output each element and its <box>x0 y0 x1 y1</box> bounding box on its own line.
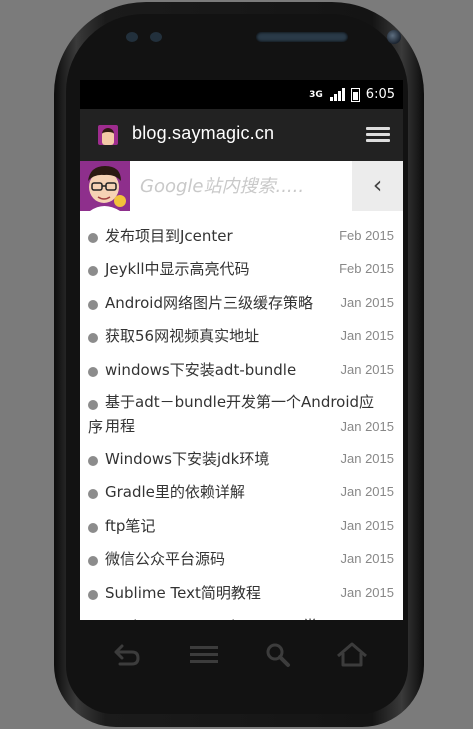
device-screen: 3G 6:05 blog.saymagic.cn Google站内搜索.....… <box>80 80 403 620</box>
clock: 6:05 <box>365 87 395 102</box>
menu-icon[interactable] <box>366 127 390 145</box>
post-list: 发布项目到Jcenter Feb 2015 Jeykll中显示高亮代码 Feb … <box>80 220 403 620</box>
bullet-icon <box>88 366 98 377</box>
app-logo-icon <box>98 125 118 145</box>
bullet-icon <box>88 299 98 310</box>
chevron-left-icon[interactable]: ‹ <box>352 161 403 211</box>
post-date: Jan 2015 <box>340 450 395 466</box>
post-date: Jan 2015 <box>340 551 395 567</box>
list-item[interactable]: ftp笔记 Jan 2015 <box>80 510 403 543</box>
post-date: Feb 2015 <box>339 261 394 277</box>
list-item[interactable]: Android网络图片三级缓存策略 Jan 2015 <box>80 287 403 320</box>
status-bar: 3G 6:05 <box>80 80 403 109</box>
bullet-icon <box>88 589 98 600</box>
list-item[interactable]: 基于adt－bundle开发第一个Android应用程 序 Jan 2015 <box>80 387 403 443</box>
post-date: Jan 2015 <box>340 361 395 377</box>
bullet-icon <box>88 522 98 533</box>
list-item[interactable]: 微信公众平台源码 Jan 2015 <box>80 543 403 576</box>
post-title-continued: 序 <box>88 417 104 436</box>
network-type: 3G <box>309 89 323 100</box>
bullet-icon <box>88 399 98 410</box>
app-title: blog.saymagic.cn <box>132 123 275 143</box>
app-bar: blog.saymagic.cn <box>80 109 403 161</box>
earpiece-speaker <box>256 32 348 42</box>
post-date: Jan 2015 <box>340 584 395 600</box>
post-date: Jan 2015 <box>340 418 395 434</box>
post-title: MarkDown Learning Notes常用快捷键 <box>88 610 395 620</box>
battery-icon <box>350 87 360 102</box>
list-item[interactable]: windows下安装adt-bundle Jan 2015 <box>80 354 403 387</box>
post-date: Jan 2015 <box>340 484 395 500</box>
list-item[interactable]: 发布项目到Jcenter Feb 2015 <box>80 220 403 253</box>
list-item[interactable]: Gradle里的依赖详解 Jan 2015 <box>80 476 403 509</box>
signal-icon <box>329 88 345 101</box>
sensor-dot <box>126 32 138 42</box>
list-item[interactable]: 获取56网视频真实地址 Jan 2015 <box>80 320 403 353</box>
main-content: ‹ 发布项目到Jcenter Feb 2015 Jeykll中显示高亮代码 Fe… <box>80 161 403 620</box>
search-icon[interactable] <box>260 640 296 670</box>
bullet-icon <box>88 233 98 243</box>
post-date: Jan 2015 <box>340 517 395 533</box>
back-icon[interactable] <box>108 640 144 670</box>
menu-icon[interactable] <box>186 640 222 670</box>
list-item[interactable]: Windows下安装jdk环境 Jan 2015 <box>80 443 403 476</box>
search-input[interactable] <box>130 161 352 211</box>
bullet-icon <box>88 455 98 466</box>
search-bar: ‹ <box>80 161 403 211</box>
avatar[interactable] <box>80 161 130 211</box>
list-item[interactable]: MarkDown Learning Notes常用快捷键 <box>80 610 403 620</box>
sensor-dot <box>150 32 162 42</box>
system-nav-bar <box>80 628 403 684</box>
home-icon[interactable] <box>334 640 370 670</box>
list-item[interactable]: Sublime Text简明教程 Jan 2015 <box>80 577 403 610</box>
front-camera <box>387 30 401 44</box>
list-item[interactable]: Jeykll中显示高亮代码 Feb 2015 <box>80 253 403 286</box>
post-date: Feb 2015 <box>339 228 394 243</box>
post-date: Jan 2015 <box>340 328 395 344</box>
post-date: Jan 2015 <box>340 294 395 310</box>
